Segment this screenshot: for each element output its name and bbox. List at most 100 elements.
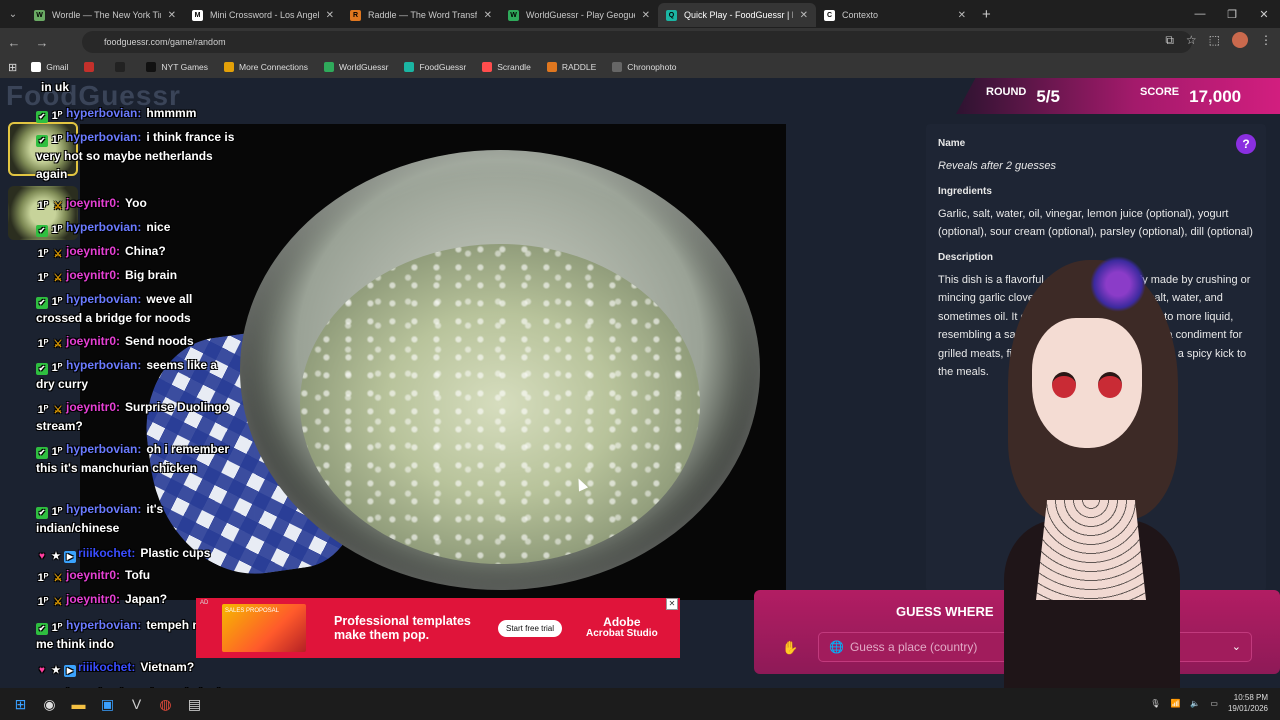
sub-badge-icon: 1ᴾ — [37, 572, 49, 584]
bookmark-star-icon[interactable]: ☆ — [1186, 33, 1197, 47]
ad-close-icon[interactable]: ✕ — [666, 598, 678, 610]
bookmarks-bar: ⊞ Gmail NYT Games More Connections WorldGue… — [0, 56, 1280, 78]
browser-tab[interactable]: M Mini Crossword - Los Angeles T ✕ — [184, 3, 342, 27]
chat-username: hyperbovian: — [66, 502, 142, 516]
bookmark-label: Gmail — [46, 62, 69, 72]
heart-badge-icon: ♥ — [39, 665, 45, 676]
browser-tab[interactable]: W WorldGuessr - Play Geoguessr ✕ — [500, 3, 658, 27]
chrome-icon[interactable]: ◍ — [151, 688, 180, 720]
ad-brand-line1: Adobe — [603, 615, 641, 629]
bookmark-item[interactable]: Chronophoto — [612, 62, 676, 72]
ad-banner[interactable]: AD SALES PROPOSAL Professional templates… — [196, 598, 680, 658]
chat-message: ✔ 1ᴾ hyperbovian: weve all crossed a bridge… — [36, 290, 236, 327]
bookmark-item[interactable]: RADDLE — [546, 62, 597, 72]
check-badge-icon: ✔ — [36, 225, 48, 237]
name-heading: Name — [938, 138, 966, 149]
browser-tab[interactable]: R Raddle — The Word Transform ✕ — [342, 3, 500, 27]
check-badge-icon: ✔ — [36, 447, 48, 459]
vtube-icon[interactable]: V — [122, 688, 151, 720]
address-bar[interactable]: foodguessr.com/game/random — [82, 31, 1192, 53]
extensions-icon[interactable]: ⬚ — [1209, 33, 1220, 47]
bookmark-item[interactable]: More Connections — [224, 62, 308, 72]
bookmark-icon — [84, 62, 95, 72]
cast-icon[interactable]: ⧉ — [1165, 33, 1174, 48]
bookmark-label: Chronophoto — [627, 62, 677, 72]
chat-username: hyperbovian: — [66, 130, 142, 144]
avatar-hair-flower — [1090, 256, 1146, 312]
clock-date: 19/01/2026 — [1227, 704, 1268, 713]
system-tray: 🎙 📶 🔈 ▭ 10:58 PM 19/01/2026 — [1150, 692, 1268, 714]
tab-title: WorldGuessr - Play Geoguessr — [526, 10, 635, 20]
chat-message: 1ᴾ ⚔ joeynitr0: Yoo — [36, 194, 236, 213]
guess-title: GUESS WHERE — [896, 604, 994, 619]
tab-close-icon[interactable]: ✕ — [484, 10, 492, 21]
drag-hand-icon[interactable]: ✋ — [782, 640, 798, 656]
chat-message: 1ᴾ ⚔ joeynitr0: Tofu — [36, 566, 236, 585]
tab-close-icon[interactable]: ✕ — [642, 10, 650, 21]
toolbar-actions: ⧉ ☆ ⬚ ⋮ — [1165, 32, 1272, 48]
check-badge-icon: ✔ — [36, 135, 48, 147]
photos-icon[interactable]: ▣ — [93, 688, 122, 720]
chat-username: riiikochet: — [78, 546, 136, 560]
browser-tab[interactable]: C Contexto ✕ — [816, 3, 974, 27]
bookmark-item[interactable]: Scrandle — [482, 62, 531, 72]
wifi-icon[interactable]: 📶 — [1170, 699, 1180, 708]
browser-tab[interactable]: W Wordle — The New York Times ✕ — [26, 3, 184, 27]
tab-close-icon[interactable]: ✕ — [168, 10, 176, 21]
file-explorer-icon[interactable]: ▬ — [64, 688, 93, 720]
mic-icon[interactable]: 🎙 — [1150, 699, 1160, 708]
help-icon[interactable]: ? — [1236, 134, 1256, 154]
terminal-icon[interactable]: ▤ — [180, 688, 209, 720]
close-window-icon[interactable]: ✕ — [1248, 0, 1280, 28]
clock[interactable]: 10:58 PM 19/01/2026 — [1228, 692, 1268, 714]
bookmark-item[interactable]: NYT Games — [146, 62, 208, 72]
chat-text: Vietnam? — [140, 660, 195, 674]
tab-title: Raddle — The Word Transform — [368, 10, 477, 20]
clock-time: 10:58 PM — [1233, 693, 1268, 702]
battery-icon[interactable]: ▭ — [1210, 699, 1218, 708]
bookmark-item[interactable] — [84, 62, 99, 72]
obs-icon[interactable]: ◉ — [35, 688, 64, 720]
minimize-icon[interactable]: — — [1184, 0, 1216, 28]
chat-text: Yoo — [125, 196, 147, 210]
bookmark-item[interactable] — [115, 62, 130, 72]
bookmark-label: More Connections — [239, 62, 309, 72]
ad-cta-button[interactable]: Start free trial — [498, 619, 563, 637]
tab-close-icon[interactable]: ✕ — [800, 10, 808, 21]
back-icon[interactable]: ← — [0, 35, 28, 50]
sub-badge-icon: 1ᴾ — [51, 134, 63, 146]
bookmark-label: Scrandle — [497, 62, 531, 72]
maximize-icon[interactable]: ❐ — [1216, 0, 1248, 28]
tab-title: Wordle — The New York Times — [52, 10, 161, 20]
ingredients-value: Garlic, salt, water, oil, vinegar, lemon… — [938, 207, 1253, 239]
sub-badge-icon: 1ᴾ — [51, 622, 63, 634]
start-icon[interactable]: ⊞ — [6, 688, 35, 720]
chevron-down-icon[interactable]: ⌄ — [1232, 640, 1241, 653]
apps-grid-icon[interactable]: ⊞ — [8, 61, 17, 74]
chat-text: Japan? — [125, 592, 168, 606]
tab-search-icon[interactable]: ⌄ — [0, 0, 26, 28]
profile-avatar[interactable] — [1232, 32, 1248, 48]
tab-close-icon[interactable]: ✕ — [326, 10, 334, 21]
volume-icon[interactable]: 🔈 — [1190, 699, 1200, 708]
forward-icon[interactable]: → — [28, 35, 56, 50]
chat-username: hyperbovian: — [66, 358, 142, 372]
round-score-hud: ROUND 5/5 SCORE 17,000 — [956, 78, 1280, 114]
ad-brand-line2: Acrobat Studio — [586, 628, 658, 639]
bookmark-item[interactable]: FoodGuessr — [404, 62, 466, 72]
menu-icon[interactable]: ⋮ — [1260, 33, 1272, 47]
tab-favicon: Q — [666, 9, 677, 21]
ad-image: SALES PROPOSAL — [222, 604, 306, 652]
bookmark-icon — [404, 62, 415, 72]
bookmark-item[interactable]: WorldGuessr — [324, 62, 388, 72]
tab-close-icon[interactable]: ✕ — [958, 10, 966, 21]
score-value: 17,000 — [1189, 87, 1242, 106]
browser-tab[interactable]: Q Quick Play - FoodGuessr | Food ✕ — [658, 3, 816, 27]
bookmark-item[interactable]: Gmail — [31, 62, 68, 72]
new-tab-button[interactable]: + — [982, 6, 991, 23]
sword-badge-icon: ⚔ — [53, 339, 63, 350]
bookmark-label: RADDLE — [561, 62, 597, 72]
tab-strip: ⌄ W Wordle — The New York Times ✕ M Mini Cro… — [0, 0, 1280, 28]
sword-badge-icon: ⚔ — [53, 273, 63, 284]
tab-favicon: C — [824, 9, 835, 21]
